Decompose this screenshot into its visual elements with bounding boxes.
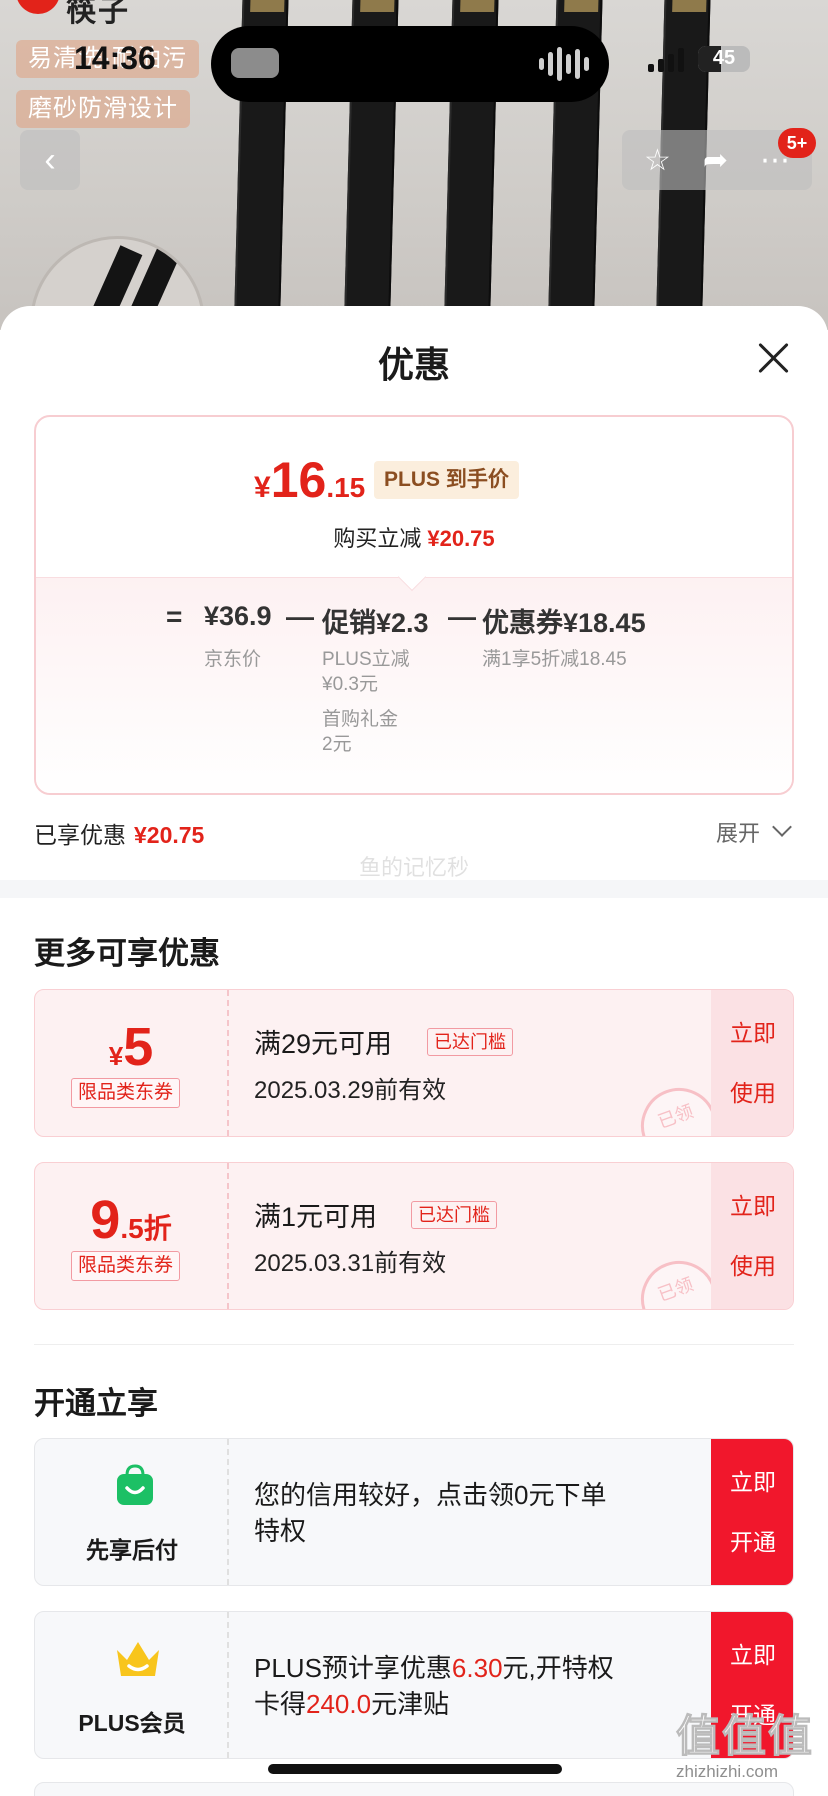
service-icon-area: 先享后付 bbox=[35, 1439, 229, 1585]
service-icon-area: PLUS会员 bbox=[35, 1612, 229, 1758]
media-thumbnail-icon bbox=[231, 48, 279, 78]
jd-price: ¥36.9 bbox=[204, 601, 272, 631]
sheet-title: 优惠 bbox=[377, 344, 450, 385]
promo-detail: 首购礼金 bbox=[322, 709, 399, 730]
chevron-down-icon[interactable] bbox=[772, 817, 792, 837]
close-icon[interactable] bbox=[754, 338, 794, 378]
description-text: PLUS预计享优惠 bbox=[254, 1653, 452, 1683]
feature-tag: 磨砂防滑设计 bbox=[16, 90, 190, 128]
discount-sheet: 优惠 ¥16.15 PLUS 到手价 购买立减 ¥20.75 = ¥36.9 京东… bbox=[0, 306, 828, 1796]
chevron-left-icon: ‹ bbox=[44, 140, 56, 179]
coupon-suffix: .5折 bbox=[120, 1213, 172, 1244]
battery-level: 45 bbox=[712, 47, 736, 69]
open-now-label: 开通 bbox=[730, 1529, 776, 1555]
list-item bbox=[34, 1782, 794, 1796]
brand-logo-icon bbox=[16, 0, 60, 14]
coupon-type-badge: 限品类东券 bbox=[71, 1251, 181, 1281]
site-watermark-url: zhizhizhi.com bbox=[676, 1762, 779, 1781]
user-watermark: 鱼的记忆秒 bbox=[358, 855, 469, 880]
equals-sign: = bbox=[166, 601, 183, 632]
section-divider-line bbox=[34, 1344, 794, 1345]
enjoyed-discount: 已享优惠 ¥20.75 bbox=[34, 816, 204, 850]
minus-sign: — bbox=[448, 601, 476, 632]
back-button[interactable]: ‹ bbox=[20, 130, 80, 190]
signal-icon bbox=[648, 48, 684, 72]
product-image-background: 筷子 易清洗·耐油污 磨砂防滑设计 14:36 45 ‹ ☆ ➦ ⋯ 5+ bbox=[0, 0, 828, 330]
service-name: PLUS会员 bbox=[78, 1710, 186, 1736]
coupon-condition: 满29元可用 bbox=[254, 1029, 393, 1059]
service-name: 先享后付 bbox=[86, 1537, 178, 1563]
coupon-validity: 2025.03.31前有效 bbox=[254, 1250, 447, 1277]
description-text: 元,开特权 bbox=[502, 1653, 614, 1683]
open-now-label: 立即 bbox=[730, 1469, 776, 1495]
open-benefits-title: 开通立享 bbox=[34, 1386, 158, 1421]
dynamic-island bbox=[211, 26, 609, 102]
promo-amount: 促销¥2.3 bbox=[322, 608, 429, 638]
promo-detail: ¥0.3元 bbox=[322, 674, 378, 695]
audio-wave-icon bbox=[539, 46, 589, 82]
price-decimal: .15 bbox=[326, 472, 366, 503]
coupon-type-badge: 限品类东券 bbox=[71, 1078, 181, 1108]
threshold-reached-badge: 已达门槛 bbox=[411, 1201, 497, 1229]
threshold-reached-badge: 已达门槛 bbox=[427, 1028, 513, 1056]
use-now-label: 立即 bbox=[730, 1193, 776, 1219]
coupon-value: ¥5 bbox=[35, 1016, 227, 1078]
brand-name-fragment: 筷子 bbox=[66, 0, 130, 28]
coupon-value-area: ¥5 限品类东券 bbox=[35, 990, 229, 1136]
description-text: 特权 bbox=[254, 1516, 307, 1546]
coupon-condition: 满1元可用 bbox=[254, 1202, 378, 1232]
star-icon[interactable]: ☆ bbox=[644, 143, 671, 178]
shopping-bag-icon bbox=[113, 1463, 157, 1507]
home-indicator[interactable] bbox=[268, 1764, 562, 1774]
open-now-button[interactable]: 立即 开通 bbox=[711, 1439, 793, 1585]
use-now-label: 使用 bbox=[730, 1080, 776, 1106]
coupon-amount: 优惠券¥18.45 bbox=[482, 608, 646, 638]
open-now-label: 立即 bbox=[730, 1642, 776, 1668]
crown-icon bbox=[113, 1636, 159, 1680]
pay-later-card[interactable]: 先享后付 您的信用较好，点击领0元下单 特权 立即开通 bbox=[34, 1438, 794, 1586]
service-description: 您的信用较好，点击领0元下单 特权 bbox=[254, 1477, 684, 1549]
jd-price-label: 京东价 bbox=[204, 649, 262, 670]
promo-detail: PLUS立减 bbox=[322, 649, 410, 670]
use-now-label: 立即 bbox=[730, 1020, 776, 1046]
description-text: 卡得 bbox=[254, 1689, 307, 1719]
coupon-number: 5 bbox=[123, 1017, 154, 1077]
reduce-label: 购买立减 bbox=[333, 526, 422, 551]
coupon-card[interactable]: 9.5折 限品类东券 满1元可用 已达门槛 2025.03.31前有效 已领 立… bbox=[34, 1162, 794, 1310]
battery-icon: 45 bbox=[698, 46, 750, 72]
plus-price-label: PLUS 到手价 bbox=[374, 461, 519, 499]
enjoyed-label: 已享优惠 bbox=[34, 822, 126, 848]
section-divider bbox=[0, 880, 828, 898]
coupon-card[interactable]: ¥5 限品类东券 满29元可用 已达门槛 2025.03.29前有效 已领 立即… bbox=[34, 989, 794, 1137]
description-text: 元津贴 bbox=[371, 1689, 450, 1719]
coupon-validity: 2025.03.29前有效 bbox=[254, 1077, 447, 1104]
use-now-button[interactable]: 立即 使用 bbox=[711, 1163, 793, 1309]
use-now-label: 使用 bbox=[730, 1253, 776, 1279]
share-icon[interactable]: ➦ bbox=[703, 143, 728, 178]
use-now-button[interactable]: 立即 使用 bbox=[711, 990, 793, 1136]
coupon-detail: 满1享5折减18.45 bbox=[482, 649, 627, 670]
more-offers-title: 更多可享优惠 bbox=[34, 936, 220, 971]
price-breakdown-card: ¥16.15 PLUS 到手价 购买立减 ¥20.75 = ¥36.9 京东价 —… bbox=[34, 415, 794, 795]
coupon-currency: ¥ bbox=[108, 1041, 124, 1071]
minus-sign: — bbox=[286, 601, 314, 632]
coupon-number: 9 bbox=[90, 1190, 121, 1250]
status-time: 14:36 bbox=[74, 40, 156, 76]
instant-reduce-line: 购买立减 ¥20.75 bbox=[36, 521, 792, 553]
coupon-value-area: 9.5折 限品类东券 bbox=[35, 1163, 229, 1309]
final-price: ¥16.15 bbox=[254, 451, 365, 509]
currency-symbol: ¥ bbox=[254, 471, 271, 504]
reduce-amount: ¥20.75 bbox=[427, 526, 495, 551]
notification-badge: 5+ bbox=[778, 128, 816, 158]
highlight-amount: 6.30 bbox=[451, 1653, 503, 1683]
coupon-value: 9.5折 bbox=[35, 1189, 227, 1251]
price-integer: 16 bbox=[270, 452, 327, 508]
promo-detail: 2元 bbox=[322, 734, 352, 755]
service-description: PLUS预计享优惠6.30元,开特权卡得240.0元津贴 bbox=[254, 1650, 684, 1722]
site-watermark-logo: 值值值 bbox=[676, 1712, 814, 1762]
expand-button[interactable]: 展开 bbox=[716, 816, 760, 848]
highlight-amount: 240.0 bbox=[306, 1689, 372, 1719]
description-text: 您的信用较好，点击领0元下单 bbox=[254, 1480, 607, 1510]
enjoyed-amount: ¥20.75 bbox=[134, 822, 205, 848]
